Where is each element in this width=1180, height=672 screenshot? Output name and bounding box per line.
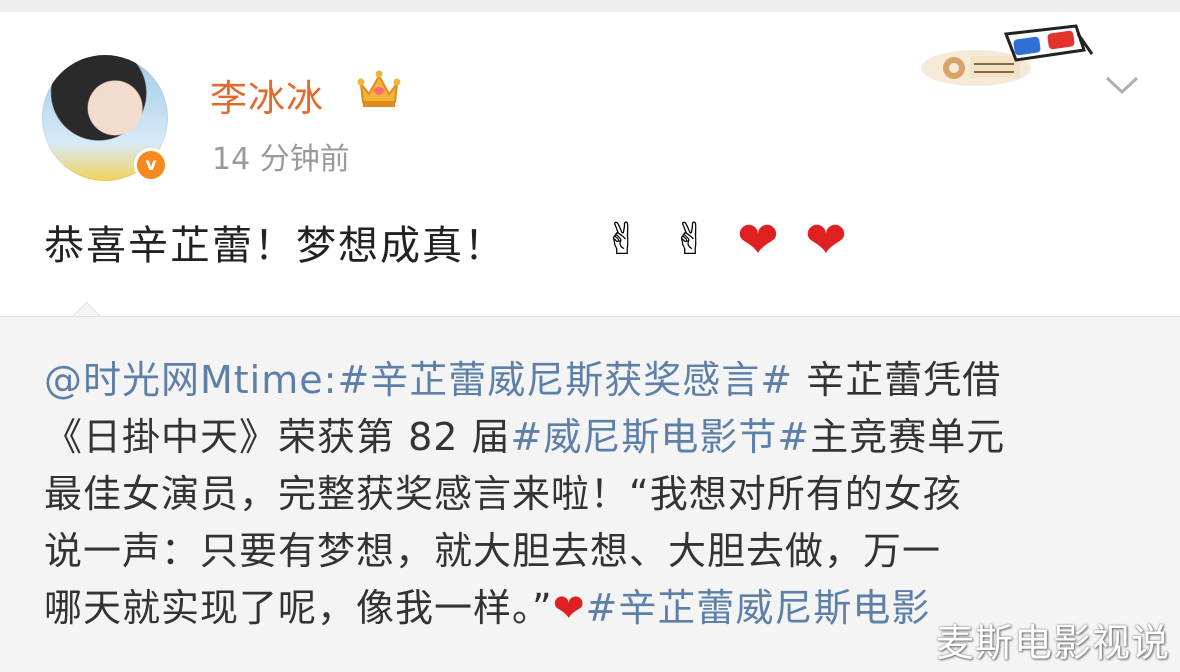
repost-line-1: @时光网Mtime:#辛芷蕾威尼斯获奖感言# 辛芷蕾凭借 [44, 352, 1154, 409]
post-timestamp[interactable]: 14 分钟前 [212, 134, 350, 178]
repost-text-span: 《日掛中天》荣获第 82 届 [44, 415, 511, 459]
chevron-down-icon[interactable] [1104, 74, 1140, 96]
heart-icon: ❤ [552, 586, 586, 630]
repost-text-span: 辛芷蕾凭借 [793, 358, 1002, 402]
repost-line-2: 《日掛中天》荣获第 82 届#威尼斯电影节#主竞赛单元 [44, 409, 1154, 466]
victory-hand-icon: ✌ [671, 214, 709, 265]
heart-icon: ❤ [805, 211, 847, 269]
post-text: 恭喜辛芷蕾！梦想成真！ [44, 223, 506, 269]
mention-link[interactable]: @时光网Mtime: [44, 358, 337, 402]
hashtag-link[interactable]: #威尼斯电影节# [511, 415, 811, 459]
repost-text-span: 主竞赛单元 [810, 415, 1006, 459]
repost-line-3: 最佳女演员，完整获奖感言来啦！“我想对所有的女孩 [44, 472, 962, 516]
hashtag-link[interactable]: #辛芷蕾威尼斯获奖感言# [337, 358, 793, 402]
repost-text: @时光网Mtime:#辛芷蕾威尼斯获奖感言# 辛芷蕾凭借 《日掛中天》荣获第 8… [44, 352, 1154, 637]
3d-glasses-event-badge-icon[interactable] [916, 20, 1096, 90]
repost-text-span: 哪天就实现了呢，像我一样。” [44, 586, 553, 630]
user-name[interactable]: 李冰冰 [210, 68, 324, 122]
crown-icon [357, 70, 401, 107]
verified-badge-icon: v [134, 148, 168, 182]
top-separator [0, 0, 1180, 12]
emoji-row: ✌ ✌ ❤ ❤ [592, 212, 856, 268]
repost-line-4: 说一声：只要有梦想，就大胆去想、大胆去做，万一 [44, 529, 942, 573]
hashtag-link[interactable]: #辛芷蕾威尼斯电影 [586, 586, 931, 630]
heart-icon: ❤ [737, 211, 779, 269]
victory-hand-icon: ✌ [603, 214, 641, 265]
watermark: 麦斯电影视说 [935, 621, 1170, 665]
